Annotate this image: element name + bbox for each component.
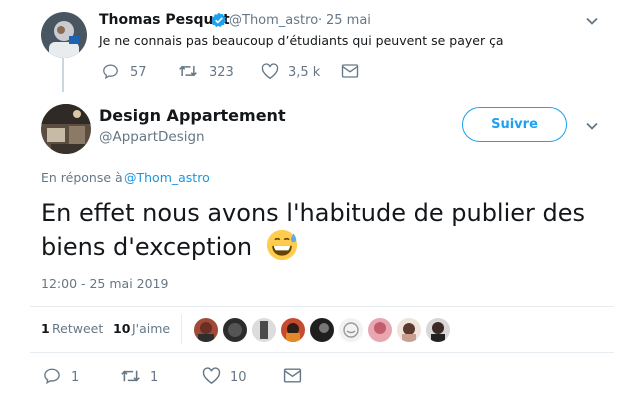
liker-avatar[interactable] [425,317,451,343]
follow-button[interactable]: Suivre [462,107,567,142]
main-tweet-text: En effet nous avons l'habitude de publie… [41,197,601,269]
main-author-name[interactable]: Design Appartement [99,106,286,125]
liker-avatar[interactable] [193,317,219,343]
tweet-timestamp[interactable]: 12:00 - 25 mai 2019 [41,276,168,291]
reply-context-label: En réponse à [41,170,123,185]
verified-badge-icon [211,12,227,28]
parent-like-count: 3,5 k [288,65,321,80]
main-retweet-count: 1 [150,370,159,385]
avatar-design-appartement[interactable] [41,104,91,154]
retweet-count-value[interactable]: 1 [41,321,50,336]
chevron-down-icon[interactable] [585,119,599,133]
liker-avatar[interactable] [222,317,248,343]
retweet-icon[interactable] [178,62,198,80]
divider-top [30,306,614,307]
share-icon[interactable] [283,367,302,384]
reply-context-handle[interactable]: @Thom_astro [124,170,210,185]
retweet-icon[interactable] [120,367,141,385]
like-icon[interactable] [261,63,279,80]
liker-avatar[interactable] [338,317,364,343]
thread-line [62,58,64,92]
main-like-count: 10 [230,370,247,385]
liker-avatar[interactable] [367,317,393,343]
main-tweet-body: En effet nous avons l'habitude de publie… [41,199,586,261]
parent-tweet-text: Je ne connais pas beaucoup d’étudiants q… [99,33,504,48]
parent-reply-count: 57 [130,65,147,80]
stats-divider [181,314,182,344]
liker-avatar[interactable] [251,317,277,343]
divider-bottom [30,352,614,353]
reply-icon[interactable] [102,63,119,80]
main-reply-count: 1 [71,370,80,385]
like-count-label[interactable]: J'aime [132,321,170,336]
parent-date[interactable]: 25 mai [326,13,371,28]
retweet-count-label[interactable]: Retweet [52,321,103,336]
parent-separator: · [318,13,323,28]
liker-avatar[interactable] [396,317,422,343]
reply-icon[interactable] [43,367,61,385]
parent-handle[interactable]: @Thom_astro [229,13,318,28]
liker-avatar[interactable] [309,317,335,343]
main-handle[interactable]: @AppartDesign [99,129,205,145]
share-icon[interactable] [341,63,359,79]
parent-retweet-count: 323 [209,65,234,80]
avatar-thomas-pesquet[interactable] [41,12,87,58]
like-count-value[interactable]: 10 [113,321,130,336]
grinning-sweat-emoji-icon [266,229,298,269]
like-icon[interactable] [202,367,221,385]
liker-avatar[interactable] [280,317,306,343]
chevron-down-icon[interactable] [585,14,599,28]
